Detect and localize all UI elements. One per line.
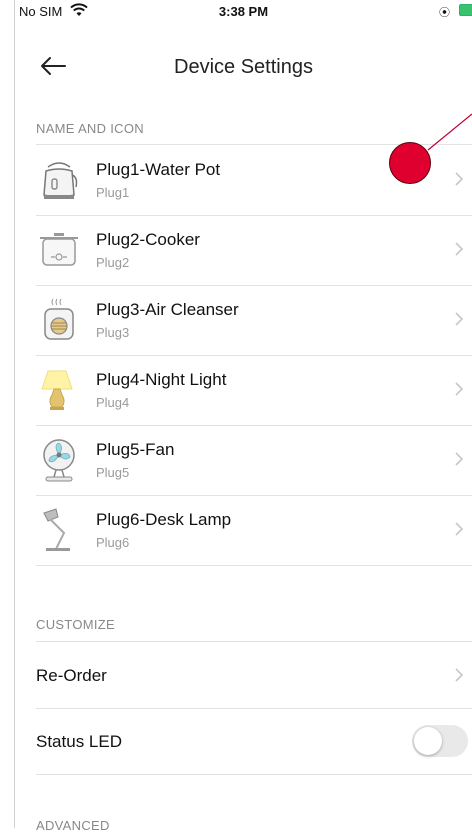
toggle-knob [414, 727, 442, 755]
plug-name: Plug3-Air Cleanser [96, 300, 239, 319]
plug-row-5[interactable]: Plug5-Fan Plug5 [36, 425, 472, 496]
plug-name: Plug4-Night Light [96, 370, 227, 389]
status-led-row: Status LED [36, 708, 472, 775]
plug-name: Plug5-Fan [96, 440, 175, 459]
plug-subtitle: Plug2 [96, 255, 130, 270]
chevron-right-icon [455, 172, 464, 186]
fan-icon [43, 439, 75, 482]
reorder-label: Re-Order [36, 666, 107, 685]
plug-row-4[interactable]: Plug4-Night Light Plug4 [36, 355, 472, 426]
battery-icon [459, 4, 472, 16]
plug-row-3[interactable]: Plug3-Air Cleanser Plug3 [36, 285, 472, 356]
chevron-right-icon [455, 452, 464, 466]
chevron-right-icon [455, 522, 464, 536]
chevron-right-icon [455, 312, 464, 326]
plug-subtitle: Plug4 [96, 395, 130, 410]
cooker-icon [40, 233, 78, 266]
plug-name: Plug1-Water Pot [96, 160, 221, 179]
plug-subtitle: Plug3 [96, 325, 130, 340]
tap-marker [389, 142, 431, 184]
rotation-lock-icon: ⦿ [439, 7, 450, 19]
page-title: Device Settings [174, 56, 313, 78]
plug-subtitle: Plug6 [96, 535, 130, 550]
status-bar: No SIM 3:38 PM ⦿ [15, 0, 472, 22]
night-light-icon [41, 370, 73, 410]
plug-subtitle: Plug5 [96, 465, 130, 480]
chevron-right-icon [455, 242, 464, 256]
plug-name: Plug6-Desk Lamp [96, 510, 232, 529]
section-header-advanced: ADVANCED [36, 818, 110, 833]
plug-subtitle: Plug1 [96, 185, 130, 200]
desk-lamp-icon [43, 508, 70, 551]
status-led-toggle[interactable] [412, 725, 468, 757]
section-header-name-and-icon: NAME AND ICON [36, 121, 144, 136]
water-pot-icon [43, 162, 78, 199]
section-header-customize: CUSTOMIZE [36, 617, 116, 632]
status-led-label: Status LED [36, 732, 122, 751]
frame-left-border [14, 0, 15, 828]
nav-bar: Device Settings [15, 40, 472, 92]
plug-name: Plug2-Cooker [96, 230, 200, 249]
chevron-right-icon [455, 382, 464, 396]
plug-row-2[interactable]: Plug2-Cooker Plug2 [36, 215, 472, 286]
chevron-right-icon [455, 668, 464, 682]
reorder-row[interactable]: Re-Order [36, 642, 472, 709]
clock: 3:38 PM [218, 4, 269, 19]
air-cleanser-icon [44, 298, 74, 340]
plug-row-6[interactable]: Plug6-Desk Lamp Plug6 [36, 495, 472, 566]
